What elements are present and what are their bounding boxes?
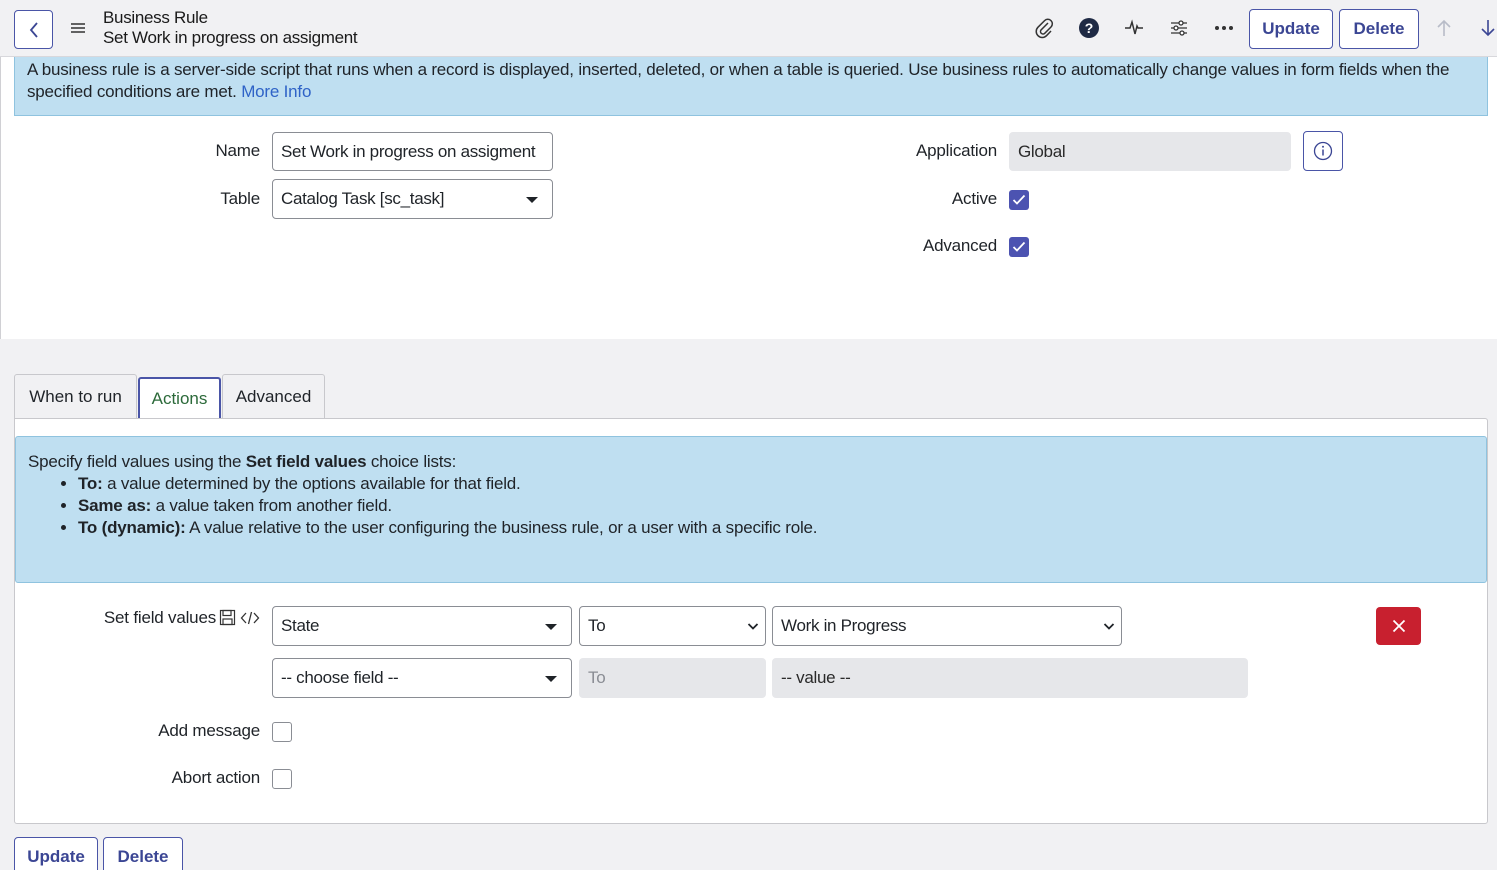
form-header: Business Rule Set Work in progress on as… (0, 0, 1497, 57)
set-field-values-label: Set field values (103, 608, 216, 627)
advanced-checkbox[interactable] (1009, 237, 1029, 257)
operator-field-row2: To (579, 658, 766, 698)
table-select[interactable]: Catalog Task [sc_task] (272, 179, 553, 219)
code-icon[interactable] (240, 610, 260, 626)
activity-pulse-icon[interactable] (1122, 16, 1146, 40)
list-item: Same as: a value taken from another fiel… (78, 495, 1474, 517)
save-icon[interactable] (219, 609, 236, 626)
back-button[interactable] (14, 10, 53, 49)
name-input[interactable]: Set Work in progress on assigment (272, 132, 553, 171)
help-term: To: (78, 474, 103, 493)
info-icon (1313, 141, 1333, 161)
help-intro-bold: Set field values (245, 452, 367, 471)
left-border (0, 57, 1, 339)
name-value: Set Work in progress on assigment (281, 141, 536, 161)
info-banner: A business rule is a server-side script … (14, 57, 1488, 116)
table-value: Catalog Task [sc_task] (281, 189, 445, 208)
active-checkbox[interactable] (1009, 190, 1029, 210)
value-placeholder: -- value -- (781, 668, 851, 687)
delete-button[interactable]: Delete (1339, 9, 1419, 49)
record-name-label: Set Work in progress on assigment (103, 28, 358, 47)
active-label: Active (951, 189, 997, 208)
application-label: Application (916, 141, 997, 160)
arrow-down-icon[interactable] (1476, 16, 1497, 40)
help-icon[interactable]: ? (1077, 16, 1101, 40)
settings-sliders-icon[interactable] (1167, 16, 1191, 40)
update-button[interactable]: Update (1249, 9, 1333, 49)
help-intro-text: Specify field values using the (28, 452, 246, 471)
chevron-down-icon (747, 623, 759, 630)
list-item: To: a value determined by the options av… (78, 473, 1474, 495)
arrow-up-icon[interactable] (1432, 16, 1456, 40)
chevron-down-icon (1103, 623, 1115, 630)
caret-down-icon (545, 676, 557, 682)
field-select-row1[interactable]: State (272, 606, 572, 646)
form-type-label: Business Rule (103, 8, 208, 27)
field-select-value: -- choose field -- (281, 668, 399, 687)
operator-select-row1[interactable]: To (579, 606, 766, 646)
more-info-link[interactable]: More Info (241, 82, 311, 101)
table-label: Table (220, 189, 260, 208)
add-message-checkbox[interactable] (272, 722, 292, 742)
hamburger-menu-icon[interactable] (70, 20, 86, 36)
caret-down-icon (545, 624, 557, 630)
help-term: To (dynamic): (78, 518, 186, 537)
value-field-row2: -- value -- (772, 658, 1248, 698)
caret-down-icon (526, 197, 538, 203)
abort-action-checkbox[interactable] (272, 769, 292, 789)
field-select-row2[interactable]: -- choose field -- (272, 658, 572, 698)
tab-actions[interactable]: Actions (138, 377, 221, 419)
abort-action-label: Abort action (171, 768, 261, 787)
application-field: Global (1009, 132, 1291, 171)
help-desc: a value taken from another field. (151, 496, 392, 515)
value-select-row1[interactable]: Work in Progress (772, 606, 1122, 646)
more-options-icon[interactable] (1212, 16, 1236, 40)
tab-when-to-run[interactable]: When to run (14, 374, 137, 419)
field-select-value: State (281, 616, 320, 635)
operator-value: To (588, 616, 606, 635)
checkmark-icon (1012, 194, 1026, 205)
help-desc: A value relative to the user configuring… (185, 518, 818, 537)
svg-text:?: ? (1085, 20, 1094, 36)
application-value: Global (1018, 141, 1066, 161)
help-term: Same as: (78, 496, 152, 515)
tab-advanced[interactable]: Advanced (222, 374, 325, 419)
paperclip-icon[interactable] (1032, 16, 1056, 40)
value-select-value: Work in Progress (781, 616, 907, 635)
remove-row-button[interactable] (1376, 607, 1421, 645)
chevron-left-icon (29, 21, 38, 38)
checkmark-icon (1012, 241, 1026, 252)
list-item: To (dynamic): A value relative to the us… (78, 517, 1474, 539)
help-list: To: a value determined by the options av… (78, 473, 1474, 539)
help-intro: Specify field values using the Set field… (28, 451, 1474, 473)
actions-help-box: Specify field values using the Set field… (15, 436, 1487, 583)
operator-value: To (588, 668, 606, 687)
help-desc: a value determined by the options availa… (102, 474, 521, 493)
advanced-label: Advanced (922, 236, 997, 255)
footer-update-button[interactable]: Update (14, 837, 98, 870)
footer-delete-button[interactable]: Delete (103, 837, 183, 870)
application-info-button[interactable] (1303, 131, 1343, 171)
name-label: Name (215, 141, 260, 160)
help-intro-suffix: choice lists: (366, 452, 457, 471)
close-icon (1392, 619, 1405, 633)
form-title: Business Rule Set Work in progress on as… (103, 8, 358, 48)
add-message-label: Add message (158, 721, 260, 740)
